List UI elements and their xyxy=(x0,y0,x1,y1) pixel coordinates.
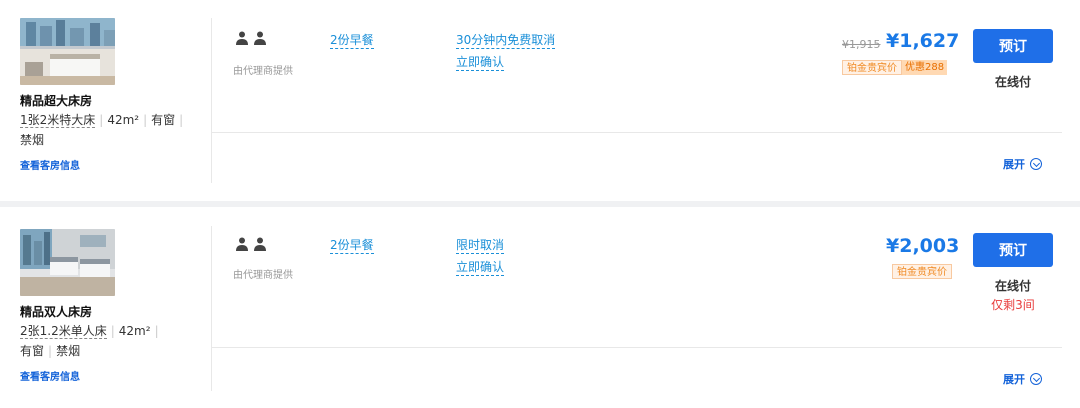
room-name: 精品超大床房 xyxy=(20,94,93,108)
expand-label: 展开 xyxy=(1003,158,1025,171)
chevron-down-icon xyxy=(1030,373,1042,385)
room-name: 精品双人床房 xyxy=(20,305,93,319)
smoking-info: 禁烟 xyxy=(56,344,81,358)
provider-note: 由代理商提供 xyxy=(233,270,293,281)
original-price: ¥1,915 xyxy=(842,38,881,51)
row-divider xyxy=(212,132,1062,133)
breakfast-info[interactable]: 2份早餐 xyxy=(330,31,374,49)
breakfast-info[interactable]: 2份早餐 xyxy=(330,236,374,254)
room-specs: 1张2米特大床 | 42m² | 有窗 | xyxy=(20,113,184,128)
view-room-info-link[interactable]: 查看客房信息 xyxy=(20,157,80,172)
cancel-policy[interactable]: 30分钟内免费取消 xyxy=(456,31,556,49)
member-price-tag: 铂金贵宾价 xyxy=(892,264,952,279)
pay-type: 在线付 xyxy=(994,279,1031,293)
bed-type[interactable]: 1张2米特大床 xyxy=(20,113,96,128)
window-info: 有窗 xyxy=(151,113,176,127)
price-tags: 铂金贵宾价 xyxy=(892,264,952,279)
member-price-tag: 铂金贵宾价 xyxy=(842,60,902,75)
window-info: 有窗 xyxy=(20,344,45,358)
person-icon xyxy=(236,237,266,251)
row-divider xyxy=(212,347,1062,348)
expand-button[interactable]: 展开 xyxy=(1003,156,1042,172)
chevron-down-icon xyxy=(1030,158,1042,170)
book-button[interactable]: 预订 xyxy=(973,233,1053,267)
current-price: ¥2,003 xyxy=(886,235,960,257)
price-tags: 铂金贵宾价 优惠288 xyxy=(842,60,948,75)
instant-confirm[interactable]: 立即确认 xyxy=(456,258,505,276)
person-icon xyxy=(236,31,266,45)
room-specs-extra: 有窗 | 禁烟 xyxy=(20,344,81,358)
current-price: ¥1,627 xyxy=(886,30,960,52)
column-divider xyxy=(211,18,212,183)
bed-type[interactable]: 2张1.2米单人床 xyxy=(20,324,107,339)
view-room-info-link[interactable]: 查看客房信息 xyxy=(20,368,80,383)
smoking-info: 禁烟 xyxy=(20,133,45,147)
room-photo[interactable] xyxy=(20,229,115,296)
book-button[interactable]: 预订 xyxy=(973,29,1053,63)
expand-label: 展开 xyxy=(1003,373,1025,386)
discount-tag: 优惠288 xyxy=(902,60,948,75)
cancel-policy[interactable]: 限时取消 xyxy=(456,236,505,254)
room-card: 精品超大床房 1张2米特大床 | 42m² | 有窗 | 禁烟 查看客房信息 由代理商提供… xyxy=(0,0,1080,200)
expand-button[interactable]: 展开 xyxy=(1003,371,1042,387)
room-area: 42m² xyxy=(107,113,140,127)
pay-type: 在线付 xyxy=(994,75,1031,89)
row-separator xyxy=(0,201,1080,207)
room-specs: 2张1.2米单人床 | 42m² | xyxy=(20,324,159,339)
room-photo[interactable] xyxy=(20,18,115,85)
rooms-remaining: 仅剩3间 xyxy=(991,298,1035,312)
room-card: 精品双人床房 2张1.2米单人床 | 42m² | 有窗 | 禁烟 查看客房信息 由代理商… xyxy=(0,208,1080,408)
column-divider xyxy=(211,226,212,391)
room-area: 42m² xyxy=(118,324,151,338)
provider-note: 由代理商提供 xyxy=(233,66,293,77)
instant-confirm[interactable]: 立即确认 xyxy=(456,53,505,71)
